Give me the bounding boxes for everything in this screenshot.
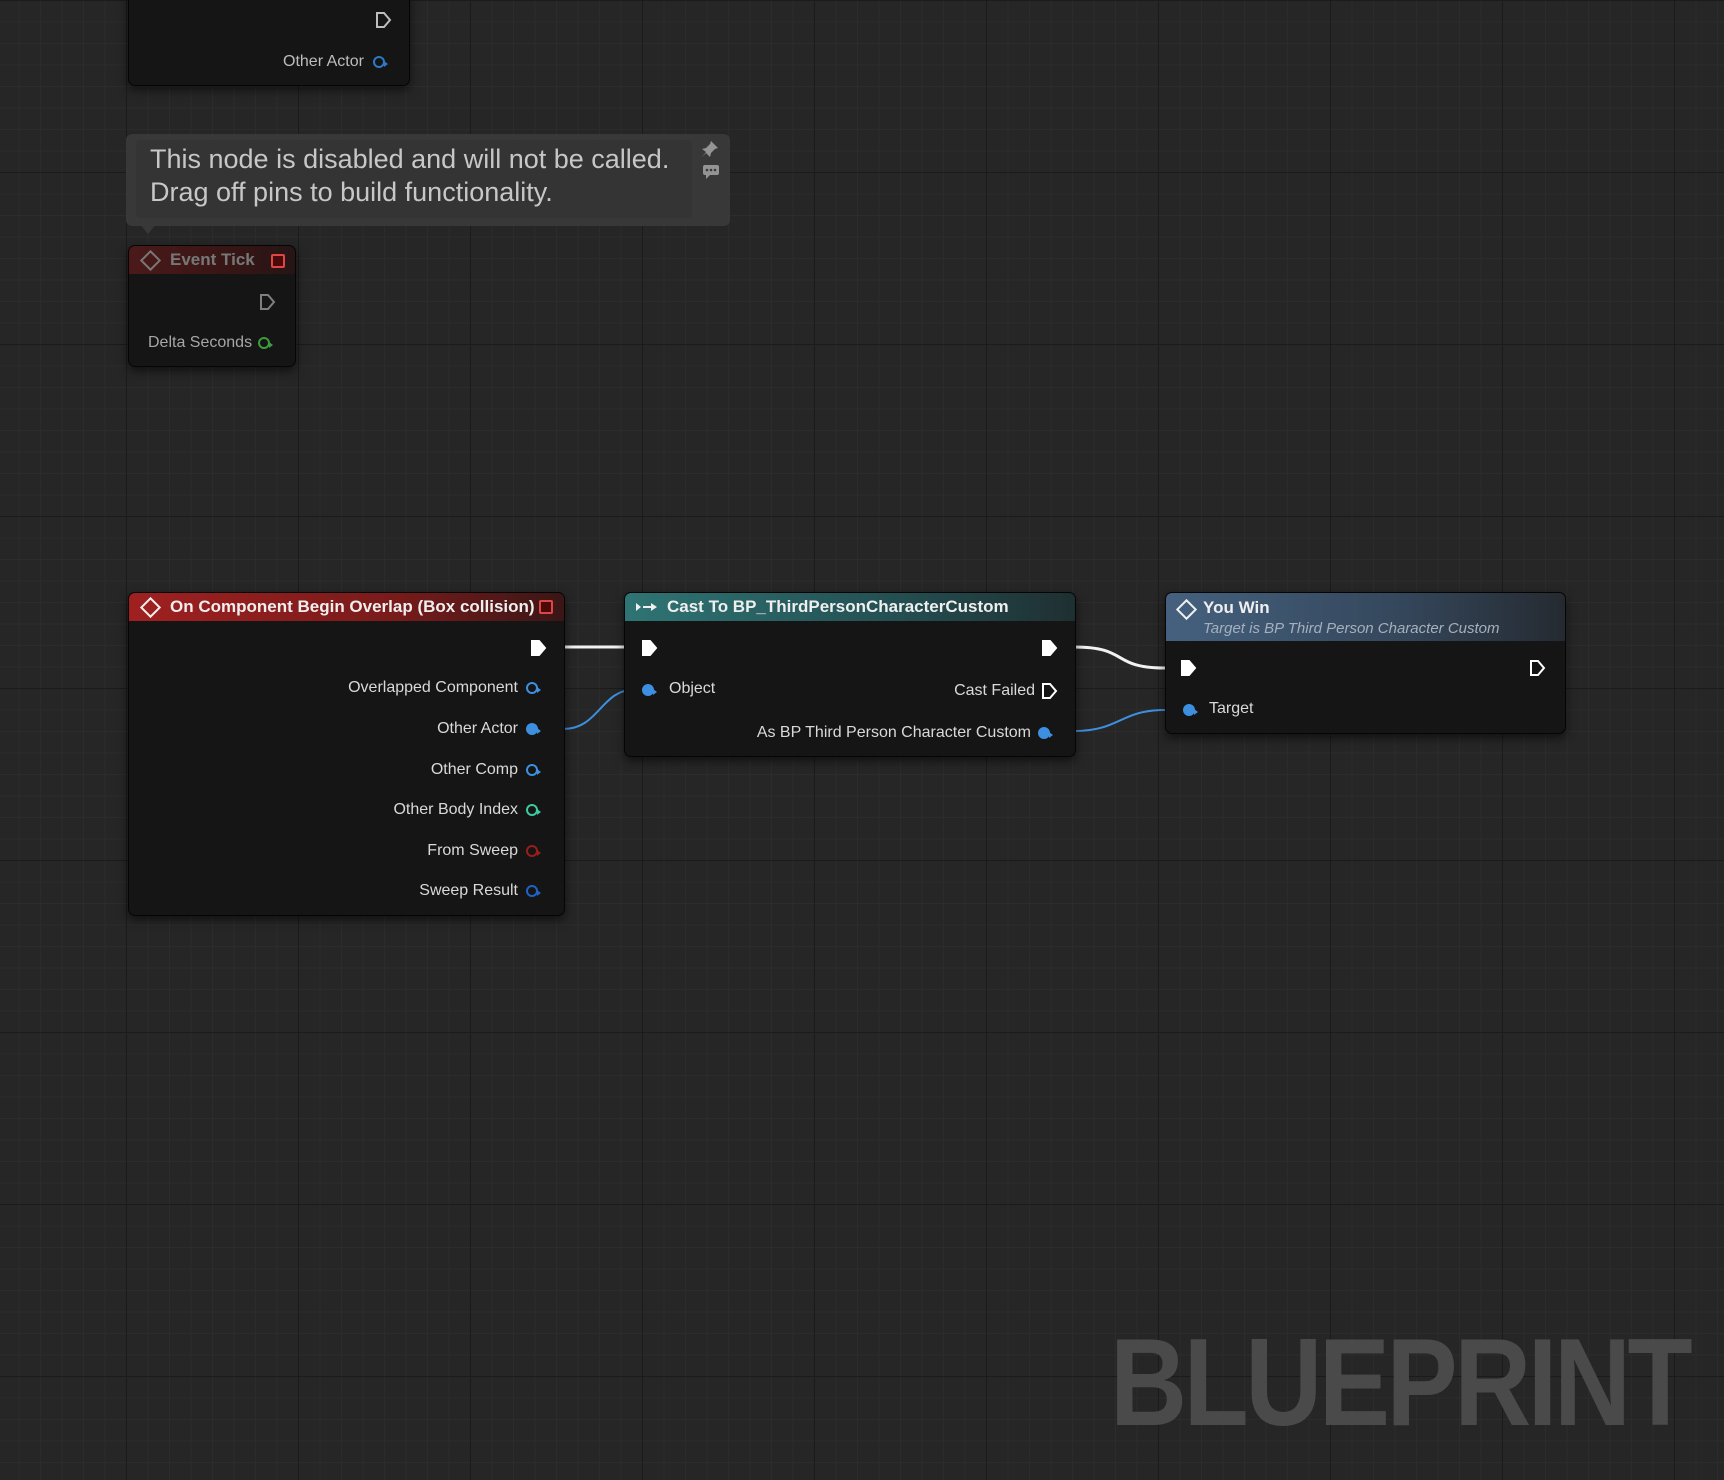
disabled-square-icon xyxy=(271,254,285,268)
object-pin-other-comp[interactable] xyxy=(526,764,541,776)
partial-event-node[interactable]: Other Actor xyxy=(128,0,410,86)
struct-pin-sweep-result[interactable] xyxy=(526,885,541,897)
comment-line-1: This node is disabled and will not be ca… xyxy=(150,144,670,174)
exec-output-pin[interactable] xyxy=(259,293,276,311)
you-win-title: You Win xyxy=(1203,598,1270,617)
pin-label-as-bp-character: As BP Third Person Character Custom xyxy=(756,724,1031,741)
object-pin-object-input[interactable] xyxy=(642,684,657,696)
you-win-subtitle: Target is BP Third Person Character Cust… xyxy=(1203,620,1500,637)
pin-label-delta-seconds: Delta Seconds xyxy=(148,334,253,351)
object-pin-as-bp-character[interactable] xyxy=(1038,727,1053,739)
exec-output-pin[interactable] xyxy=(1529,659,1546,677)
cast-title: Cast To BP_ThirdPersonCharacterCustom xyxy=(667,597,1009,616)
comment-bubble-icon[interactable] xyxy=(702,164,720,180)
comment-pointer xyxy=(140,224,156,234)
int-pin-other-body-index[interactable] xyxy=(526,804,541,816)
exec-pin-cast-failed[interactable] xyxy=(1041,682,1058,700)
disabled-square-icon xyxy=(539,600,553,614)
object-pin-other-actor[interactable] xyxy=(526,723,541,735)
pin-label-sweep-result: Sweep Result xyxy=(419,882,518,899)
pin-label-object: Object xyxy=(669,680,716,697)
float-pin-delta-seconds[interactable] xyxy=(258,337,273,349)
overlap-event-title: On Component Begin Overlap (Box collisio… xyxy=(170,597,535,616)
exec-wire-cast-to-youwin[interactable] xyxy=(1073,645,1166,670)
object-wire-as-to-target[interactable] xyxy=(1073,709,1166,732)
exec-input-pin[interactable] xyxy=(1180,659,1197,677)
you-win-header: You Win Target is BP Third Person Charac… xyxy=(1166,593,1565,641)
pin-label-target: Target xyxy=(1209,700,1254,717)
pin-label-overlapped-component: Overlapped Component xyxy=(348,679,518,696)
disabled-node-comment: This node is disabled and will not be ca… xyxy=(126,134,730,234)
comment-line-2: Drag off pins to build functionality. xyxy=(150,177,553,207)
bool-pin-from-sweep[interactable] xyxy=(526,845,541,857)
event-diamond-icon xyxy=(139,249,162,271)
pin-label-cast-failed: Cast Failed xyxy=(954,682,1035,699)
function-diamond-icon xyxy=(1175,598,1198,621)
pin-label-other-actor: Other Actor xyxy=(437,720,518,737)
exec-input-pin[interactable] xyxy=(641,639,658,657)
pin-label-from-sweep: From Sweep xyxy=(427,842,518,859)
cast-header: Cast To BP_ThirdPersonCharacterCustom xyxy=(625,593,1075,621)
cast-arrow-icon xyxy=(636,603,657,611)
pin-label-other-actor: Other Actor xyxy=(283,53,364,70)
overlap-event-node[interactable]: On Component Begin Overlap (Box collisio… xyxy=(128,592,565,916)
overlap-event-header: On Component Begin Overlap (Box collisio… xyxy=(129,593,564,621)
you-win-node[interactable]: You Win Target is BP Third Person Charac… xyxy=(1165,592,1566,734)
cast-node[interactable]: Cast To BP_ThirdPersonCharacterCustom Ob… xyxy=(624,592,1076,757)
exec-output-pin[interactable] xyxy=(530,639,547,657)
pin-comment-icon[interactable] xyxy=(701,140,719,158)
object-pin-other-actor[interactable] xyxy=(373,56,388,68)
exec-output-pin[interactable] xyxy=(1041,639,1058,657)
exec-output-pin[interactable] xyxy=(375,11,392,29)
object-pin-overlapped-component[interactable] xyxy=(526,682,541,694)
pin-label-other-comp: Other Comp xyxy=(430,761,518,778)
object-pin-target[interactable] xyxy=(1183,704,1198,716)
blueprint-watermark: BLUEPRINT xyxy=(1110,1314,1693,1452)
pin-label-other-body-index: Other Body Index xyxy=(393,801,518,818)
event-diamond-icon xyxy=(139,596,162,618)
event-tick-title: Event Tick xyxy=(170,250,255,269)
event-tick-node[interactable]: Event Tick Delta Seconds xyxy=(128,245,296,367)
